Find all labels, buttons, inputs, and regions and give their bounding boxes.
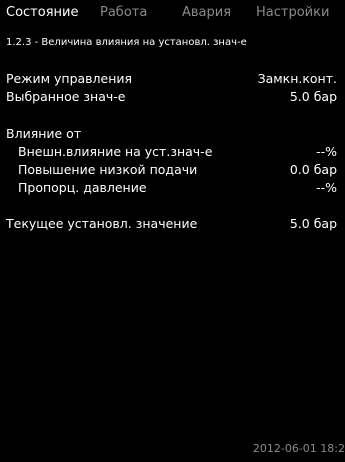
control-mode-row: Режим управления Замкн.конт. — [0, 70, 345, 88]
ext-influence-value: --% — [316, 144, 337, 159]
control-mode-value: Замкн.конт. — [257, 71, 337, 86]
current-setpoint-row: Текущее установл. значение 5.0 бар — [0, 215, 345, 233]
ext-influence-label: Внешн.влияние на уст.знач-е — [18, 144, 213, 159]
tab-operation[interactable]: Работа — [100, 0, 147, 26]
datetime-display: 2012-06-01 18:2 — [252, 442, 345, 455]
breadcrumb: 1.2.3 - Величина влияния на установл. зн… — [6, 37, 247, 48]
low-flow-boost-row: Повышение низкой подачи 0.0 бар — [0, 161, 345, 179]
selected-value-label: Выбранное знач-е — [6, 89, 126, 104]
prop-pressure-label: Пропорц. давление — [18, 180, 147, 195]
tab-bar: Состояние Работа Авария Настройки — [0, 0, 345, 26]
influence-header: Влияние от — [6, 126, 82, 141]
control-mode-label: Режим управления — [6, 71, 133, 86]
selected-value-row: Выбранное знач-е 5.0 бар — [0, 88, 345, 106]
current-setpoint-value: 5.0 бар — [289, 216, 337, 231]
tab-alarm[interactable]: Авария — [182, 0, 231, 26]
selected-value-value: 5.0 бар — [289, 89, 337, 104]
prop-pressure-value: --% — [316, 180, 337, 195]
tab-status[interactable]: Состояние — [6, 0, 78, 26]
prop-pressure-row: Пропорц. давление --% — [0, 179, 345, 197]
tab-settings[interactable]: Настройки — [256, 0, 329, 26]
current-setpoint-label: Текущее установл. значение — [6, 216, 198, 231]
ext-influence-row: Внешн.влияние на уст.знач-е --% — [0, 143, 345, 161]
low-flow-boost-label: Повышение низкой подачи — [18, 162, 198, 177]
influence-header-row: Влияние от — [0, 125, 345, 143]
low-flow-boost-value: 0.0 бар — [289, 162, 337, 177]
